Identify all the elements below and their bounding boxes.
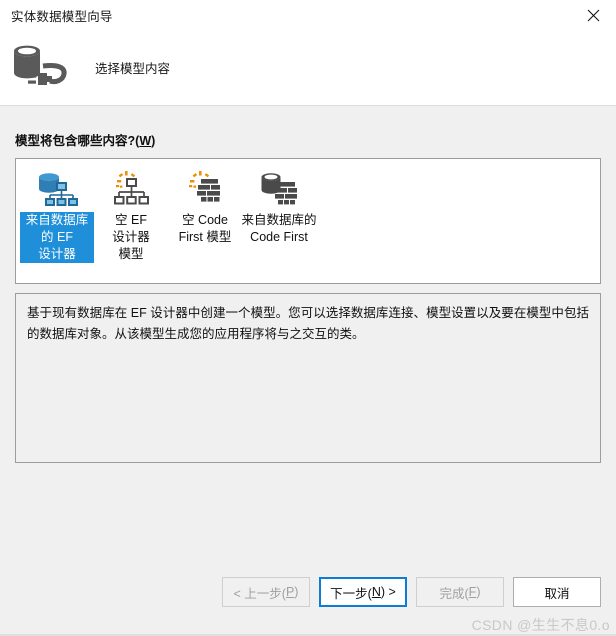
template-label-line1: 来自数据库的 [241,213,317,227]
template-label-line2: Code First [250,230,308,244]
prompt-accesskey: W [139,134,152,148]
next-button-prefix: 下一步( [330,586,372,601]
prompt-label: 模型将包含哪些内容?(W) [15,130,601,149]
template-label-line2: First 模型 [178,230,232,244]
page-title: 选择模型内容 [95,62,171,76]
template-description-panel: 基于现有数据库在 EF 设计器中创建一个模型。您可以选择数据库连接、模型设置以及… [15,293,601,463]
next-button[interactable]: 下一步(N) > [319,577,407,607]
database-code-first-icon [257,169,301,209]
finish-button-suffix: ) [476,585,481,599]
prompt-label-text: 模型将包含哪些内容?( [15,134,140,148]
back-button-prefix: < 上一步( [233,586,286,601]
finish-button[interactable]: 完成(F) [416,577,504,607]
template-tile-label: 来自数据库的 Code First [240,212,319,246]
database-ef-designer-icon [35,169,79,209]
title-bar: 实体数据模型向导 [0,0,616,30]
template-description-text: 基于现有数据库在 EF 设计器中创建一个模型。您可以选择数据库连接、模型设置以及… [27,306,589,341]
template-tile-label: 空 Code First 模型 [177,212,234,246]
template-tile-label: 来自数据库的 EF 设计器 [20,212,94,263]
back-button-accesskey: P [285,585,295,599]
template-tile-empty-code-first-model[interactable]: 空 Code First 模型 [168,165,242,246]
template-tile-ef-designer-from-database[interactable]: 来自数据库的 EF 设计器 [20,165,94,263]
dialog-body: 模型将包含哪些内容?(W) 来自数据库 的 EF 设计器 空 EF 设计器 模型… [0,106,616,564]
finish-button-accesskey: F [468,585,477,599]
template-tile-label: 空 EF 设计器模型 [94,212,168,263]
empty-ef-designer-model-icon [109,169,153,209]
template-tile-empty-ef-designer-model[interactable]: 空 EF 设计器模型 [94,165,168,263]
dialog-footer: < 上一步(P) 下一步(N) > 完成(F) 取消 CSDN @生生不息0.o [0,564,616,636]
next-button-accesskey: N [371,585,381,599]
prompt-label-end: ) [151,134,156,148]
template-tile-code-first-from-database[interactable]: 来自数据库的 Code First [240,165,319,246]
next-button-suffix: ) > [380,585,396,599]
close-button[interactable] [570,0,616,30]
window-title: 实体数据模型向导 [11,9,113,24]
close-icon [587,9,600,22]
watermark: CSDN @生生不息0.o [471,617,610,633]
wizard-header: 选择模型内容 [0,30,616,105]
template-label-line1: 空 Code [182,213,228,227]
finish-button-prefix: 完成( [439,586,469,601]
cancel-button-label: 取消 [544,586,570,601]
template-listbox[interactable]: 来自数据库的 EF 设计器 空 EF 设计器 模型 空 Code First 模… [15,158,601,284]
back-button[interactable]: < 上一步(P) [222,577,310,607]
empty-code-first-model-icon [183,169,227,209]
template-label-line1: 来自数据库 [25,213,89,227]
database-connection-icon [8,40,70,96]
template-label-line2: 模型 [118,247,144,261]
template-label-line2: 的 EF 设计器 [38,230,76,261]
entity-data-model-wizard-dialog: 实体数据模型向导 选择模型内容 模型将包含哪些内容?(W) 来自数据库 的 EF… [0,0,616,636]
back-button-suffix: ) [294,585,299,599]
template-label-line1: 空 EF 设计器 [112,213,150,244]
cancel-button[interactable]: 取消 [513,577,601,607]
